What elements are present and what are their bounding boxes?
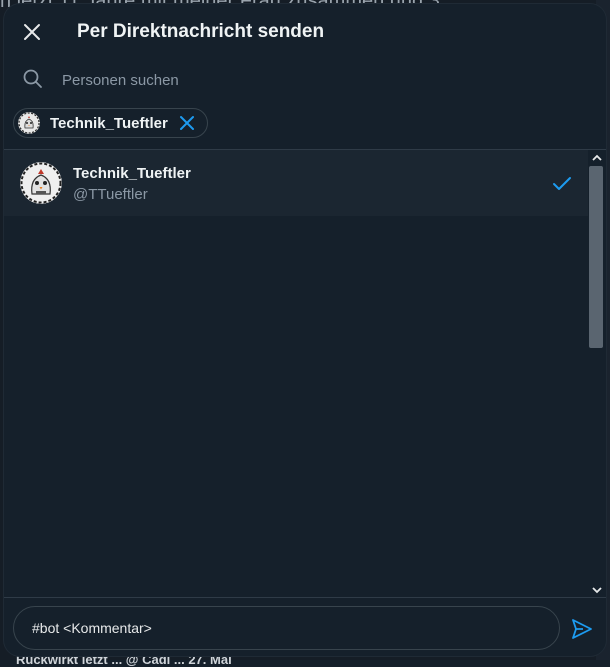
- avatar: [18, 112, 40, 134]
- result-name: Technik_Tueftler: [73, 165, 191, 182]
- result-handle: @TTueftler: [73, 186, 148, 203]
- send-icon[interactable]: [570, 617, 594, 641]
- check-icon: [553, 177, 571, 190]
- close-button[interactable]: [16, 16, 48, 48]
- scrollbar-thumb[interactable]: [589, 166, 603, 348]
- search-icon: [23, 69, 42, 88]
- close-icon[interactable]: [179, 115, 195, 131]
- close-icon: [24, 24, 40, 40]
- dialog-header: Per Direktnachricht senden: [4, 4, 606, 58]
- chevron-down-icon[interactable]: [592, 586, 602, 594]
- comment-input[interactable]: [13, 606, 560, 650]
- chevron-up-icon[interactable]: [592, 154, 602, 162]
- chip-label: Technik_Tueftler: [50, 114, 168, 132]
- avatar: [20, 162, 62, 204]
- dialog-title: Per Direktnachricht senden: [77, 21, 325, 42]
- selected-recipient-chip[interactable]: Technik_Tueftler: [13, 108, 208, 138]
- list-item[interactable]: Technik_Tueftler @TTueftler: [4, 150, 588, 216]
- results-scrollbar[interactable]: [588, 150, 606, 596]
- search-results-list: Technik_Tueftler @TTueftler: [4, 150, 588, 596]
- search-row: [4, 58, 606, 102]
- search-input[interactable]: [60, 64, 584, 96]
- share-dm-dialog: Per Direktnachricht senden Technik_Tueft…: [4, 4, 606, 656]
- composer: [4, 597, 606, 656]
